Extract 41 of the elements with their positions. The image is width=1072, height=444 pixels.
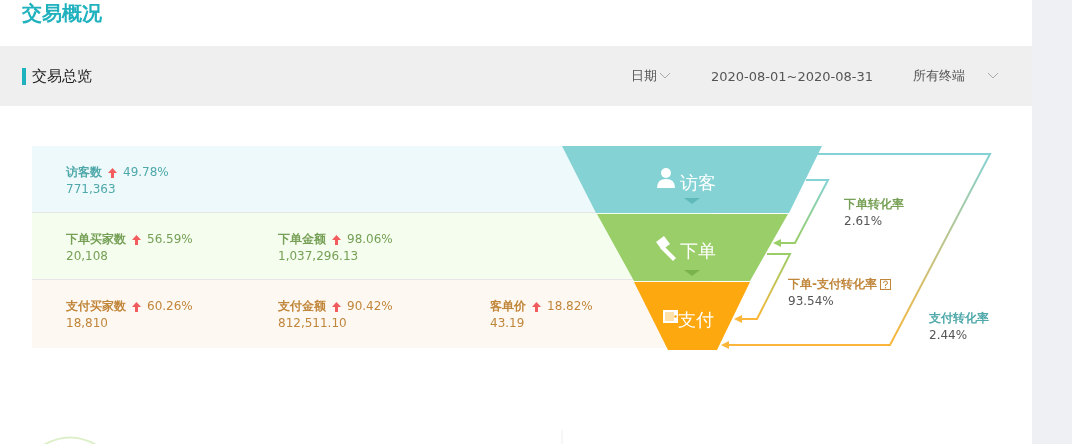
metric-name: 下单买家数 (66, 231, 126, 248)
metric-value: 812,511.10 (278, 315, 347, 332)
stage-label: 下单 (680, 240, 716, 261)
metric-name: 下单金额 (278, 231, 326, 248)
metric-value: 771,363 (66, 181, 116, 198)
chevron-icon (659, 72, 671, 80)
metric-value: 43.19 (490, 315, 525, 332)
stage-label: 支付 (678, 309, 714, 330)
wallet-icon (663, 310, 678, 323)
rate-value: 2.44% (929, 327, 969, 344)
metric-change: 56.59% (147, 231, 193, 248)
filter-dropdown[interactable]: 所有终端 (913, 67, 999, 85)
chevron-icon (987, 72, 999, 80)
down-triangle-icon (684, 198, 700, 204)
metric-name: 客单价 (490, 298, 526, 315)
stage-label: 访客 (680, 172, 716, 193)
hammer-icon (656, 236, 676, 261)
metric-value: 1,037,296.13 (278, 248, 359, 265)
metric-value: 18,810 (66, 315, 108, 332)
metric-name: 支付金额 (278, 298, 326, 315)
page-title: 交易概况 (22, 0, 103, 27)
metric-name: 支付买家数 (66, 298, 126, 315)
section-title: 交易总览 (32, 66, 93, 86)
metric-change: 49.78% (123, 164, 169, 181)
accent-bar (22, 67, 26, 85)
person-icon (657, 168, 675, 188)
rate-value: 2.61% (844, 213, 884, 230)
filter-dropdown[interactable]: 日期 (631, 67, 671, 85)
metric-change: 98.06% (347, 231, 393, 248)
metric-value: 20,108 (66, 248, 108, 265)
metric-name: 访客数 (66, 164, 102, 181)
rate-label: 下单-支付转化率 (788, 276, 877, 293)
rate-label: 下单转化率 (844, 196, 904, 213)
metric-change: 18.82% (547, 298, 593, 315)
down-triangle-icon (684, 270, 700, 276)
metric-change: 90.42% (347, 298, 393, 315)
rate-label: 支付转化率 (929, 310, 989, 327)
help-icon (880, 279, 891, 290)
date-range[interactable]: 2020-08-01~2020-08-31 (711, 68, 873, 84)
metric-change: 60.26% (147, 298, 193, 315)
rate-value: 93.54% (788, 293, 835, 310)
